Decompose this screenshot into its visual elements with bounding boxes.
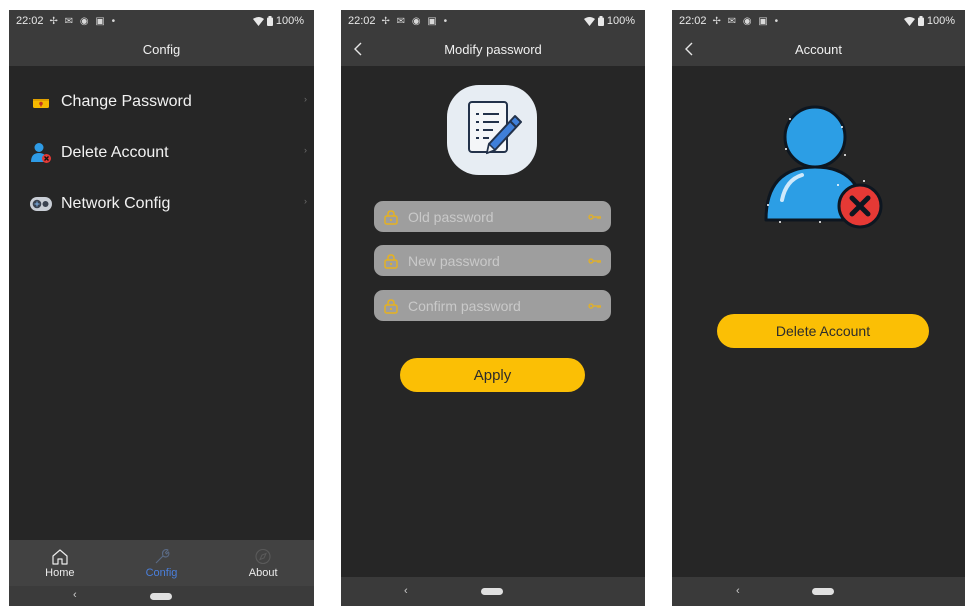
page-title: Config xyxy=(142,41,181,57)
password-lock-icon xyxy=(30,91,52,113)
title-bar: Config xyxy=(9,32,314,66)
chevron-right-icon: › xyxy=(304,145,307,155)
nav-about-label: About xyxy=(248,566,278,579)
modify-password-screen: 22:02 ✢ ✉ ◉ ▣ • 100% Modify password Old… xyxy=(341,10,645,606)
page-title: Modify password xyxy=(444,41,542,57)
menu-item-change-password[interactable]: Change Password › xyxy=(9,76,314,127)
status-bar: 22:02 ✢ ✉ ◉ ▣ • 100% xyxy=(672,10,965,32)
battery-level: 100% xyxy=(606,15,635,27)
wifi-icon xyxy=(583,16,595,26)
system-back-button[interactable]: ‹ xyxy=(736,585,740,597)
old-password-field[interactable]: Old password xyxy=(374,201,611,232)
nav-config[interactable]: Config xyxy=(111,540,213,586)
nav-about[interactable]: About xyxy=(212,540,314,586)
status-time: 22:02 xyxy=(348,15,376,27)
confirm-password-placeholder: Confirm password xyxy=(408,297,521,314)
compass-icon xyxy=(255,548,271,564)
confirm-password-field[interactable]: Confirm password xyxy=(374,290,611,321)
delete-user-icon xyxy=(30,142,52,164)
system-home-button[interactable] xyxy=(481,588,503,595)
key-icon[interactable] xyxy=(588,257,602,265)
nav-home[interactable]: Home xyxy=(9,540,111,586)
notification-icons: ✢ ✉ ◉ ▣ • xyxy=(712,15,781,27)
menu-item-label: Delete Account xyxy=(61,143,169,161)
menu-item-label: Network Config xyxy=(61,194,171,212)
notification-icons: ✢ ✉ ◉ ▣ • xyxy=(49,15,118,27)
menu-item-delete-account[interactable]: Delete Account › xyxy=(9,127,314,178)
bottom-navigation: Home Config About xyxy=(9,540,314,586)
wrench-icon xyxy=(155,548,169,563)
new-password-placeholder: New password xyxy=(408,252,500,269)
delete-account-button[interactable]: Delete Account xyxy=(717,314,929,348)
wifi-icon xyxy=(903,16,915,26)
key-icon[interactable] xyxy=(588,302,602,310)
config-screen: 22:02 ✢ ✉ ◉ ▣ • 100% Config Change Passw… xyxy=(9,10,314,606)
nav-config-label: Config xyxy=(145,566,178,579)
document-edit-icon xyxy=(447,85,537,175)
lock-icon xyxy=(384,298,398,314)
old-password-placeholder: Old password xyxy=(408,208,494,225)
title-bar: Modify password xyxy=(341,32,645,66)
config-menu: Change Password › Delete Account › Netwo… xyxy=(9,76,314,229)
home-icon xyxy=(52,548,68,565)
lock-icon xyxy=(384,253,398,269)
notification-icons: ✢ ✉ ◉ ▣ • xyxy=(381,15,450,27)
system-back-button[interactable]: ‹ xyxy=(404,585,408,597)
wifi-icon xyxy=(252,16,264,26)
system-home-button[interactable] xyxy=(812,588,834,595)
menu-item-label: Change Password xyxy=(61,92,192,110)
battery-level: 100% xyxy=(926,15,955,27)
system-back-button[interactable]: ‹ xyxy=(73,589,77,601)
system-navigation-bar: ‹ xyxy=(672,577,965,606)
lock-icon xyxy=(384,209,398,225)
account-screen: 22:02 ✢ ✉ ◉ ▣ • 100% Account Delete Acco… xyxy=(672,10,965,606)
system-navigation-bar: ‹ xyxy=(341,577,645,606)
delete-user-icon xyxy=(764,105,883,229)
status-bar: 22:02 ✢ ✉ ◉ ▣ • 100% xyxy=(341,10,645,32)
status-time: 22:02 xyxy=(16,15,44,27)
battery-icon xyxy=(917,16,924,26)
key-icon[interactable] xyxy=(588,213,602,221)
status-bar: 22:02 ✢ ✉ ◉ ▣ • 100% xyxy=(9,10,314,32)
apply-button[interactable]: Apply xyxy=(400,358,585,392)
battery-icon xyxy=(597,16,604,26)
network-icon xyxy=(30,193,52,215)
system-home-button[interactable] xyxy=(150,593,172,600)
status-time: 22:02 xyxy=(679,15,707,27)
battery-level: 100% xyxy=(275,15,304,27)
chevron-right-icon: › xyxy=(304,196,307,206)
chevron-right-icon: › xyxy=(304,94,307,104)
system-navigation-bar: ‹ xyxy=(9,586,314,606)
back-arrow-icon[interactable] xyxy=(350,40,368,58)
page-title: Account xyxy=(795,41,842,57)
nav-home-label: Home xyxy=(45,566,75,579)
battery-icon xyxy=(266,16,273,26)
menu-item-network-config[interactable]: Network Config › xyxy=(9,178,314,229)
title-bar: Account xyxy=(672,32,965,66)
new-password-field[interactable]: New password xyxy=(374,245,611,276)
back-arrow-icon[interactable] xyxy=(681,40,699,58)
